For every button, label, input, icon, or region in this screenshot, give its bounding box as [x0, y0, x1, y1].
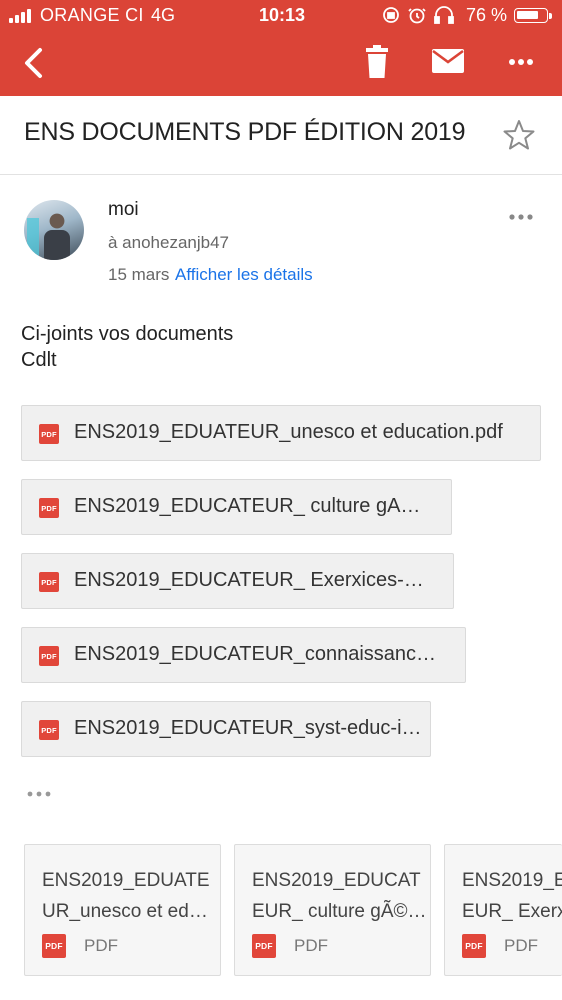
attachment-card-title: ENS2019_EDUCAT EUR_ culture gÃ©… [252, 870, 427, 922]
attachment-chip[interactable]: PDF ENS2019_EDUCATEUR_ Exerxices-… [21, 553, 454, 609]
star-icon[interactable] [502, 118, 536, 152]
carrier-name: ORANGE CI [40, 5, 144, 25]
attachment-name: ENS2019_EDUCATEUR_syst-educ-i… [74, 717, 422, 739]
show-trimmed-content-icon[interactable] [26, 790, 52, 798]
pdf-file-icon: PDF [39, 424, 59, 444]
headphones-icon [434, 6, 454, 24]
clock: 10:13 [259, 5, 306, 25]
signal-bars-icon [9, 9, 35, 23]
attachment-chip[interactable]: PDF ENS2019_EDUCATEUR_connaissanc… [21, 627, 466, 683]
attachment-name: ENS2019_EDUCATEUR_ Exerxices-… [74, 569, 424, 591]
app-header: ORANGE CI 4G 10:13 76 % [0, 0, 562, 96]
back-icon[interactable] [18, 44, 52, 82]
battery-percent: 76 % [466, 5, 508, 25]
status-bar: ORANGE CI 4G 10:13 76 % [0, 0, 562, 32]
show-details-link[interactable]: Afficher les détails [175, 265, 313, 285]
pdf-file-icon: PDF [42, 934, 66, 958]
attachment-chip[interactable]: PDF ENS2019_EDUCATEUR_ culture gA… [21, 479, 452, 535]
system-status-icons [383, 6, 454, 24]
pdf-file-icon: PDF [39, 498, 59, 518]
attachment-card-title: ENS2019_EI EUR_ Exerxic [462, 870, 562, 922]
pdf-file-icon: PDF [252, 934, 276, 958]
mail-icon[interactable] [430, 46, 466, 76]
battery-fill [517, 11, 538, 19]
attachment-chip[interactable]: PDF ENS2019_EDUATEUR_unesco et education… [21, 405, 541, 461]
attachment-name: ENS2019_EDUATEUR_unesco et education.pdf [74, 421, 503, 443]
message-more-icon[interactable] [506, 210, 536, 224]
trash-icon[interactable] [360, 44, 394, 80]
attachment-name: ENS2019_EDUCATEUR_ culture gA… [74, 495, 421, 517]
email-date: 15 mars [108, 265, 170, 284]
sender-name: moi [108, 199, 139, 220]
pdf-file-icon: PDF [39, 572, 59, 592]
attachment-card-type: PDF [294, 936, 328, 955]
pdf-file-icon: PDF [39, 720, 59, 740]
pdf-file-icon: PDF [39, 646, 59, 666]
alarm-icon [408, 8, 426, 24]
avatar[interactable] [24, 200, 84, 260]
attachment-card-type: PDF [84, 936, 118, 955]
subject-divider [0, 174, 562, 175]
more-horizontal-icon[interactable] [504, 52, 538, 72]
recipient-line: à anohezanjb47 [108, 233, 230, 252]
rotation-lock-icon [383, 7, 399, 23]
pdf-file-icon: PDF [462, 934, 486, 958]
battery-icon [514, 8, 552, 23]
attachment-card-type: PDF [504, 936, 538, 955]
network-type: 4G [151, 5, 176, 25]
body-line: Cdlt [21, 349, 57, 371]
attachment-name: ENS2019_EDUCATEUR_connaissanc… [74, 643, 437, 665]
attachment-card[interactable]: ENS2019_EDUATE UR_unesco et ed… PDF PDF [24, 844, 221, 976]
attachment-card[interactable]: ENS2019_EDUCAT EUR_ culture gÃ©… PDF PDF [234, 844, 431, 976]
email-subject: ENS DOCUMENTS PDF ÉDITION 2019 [24, 118, 466, 146]
attachment-chip[interactable]: PDF ENS2019_EDUCATEUR_syst-educ-i… [21, 701, 431, 757]
body-line: Ci-joints vos documents [21, 323, 234, 345]
email-body: Ci-joints vos documents Cdlt [21, 321, 233, 373]
attachment-card[interactable]: ENS2019_EI EUR_ Exerxic PDF PDF [444, 844, 562, 976]
attachment-card-title: ENS2019_EDUATE UR_unesco et ed… [42, 870, 210, 922]
